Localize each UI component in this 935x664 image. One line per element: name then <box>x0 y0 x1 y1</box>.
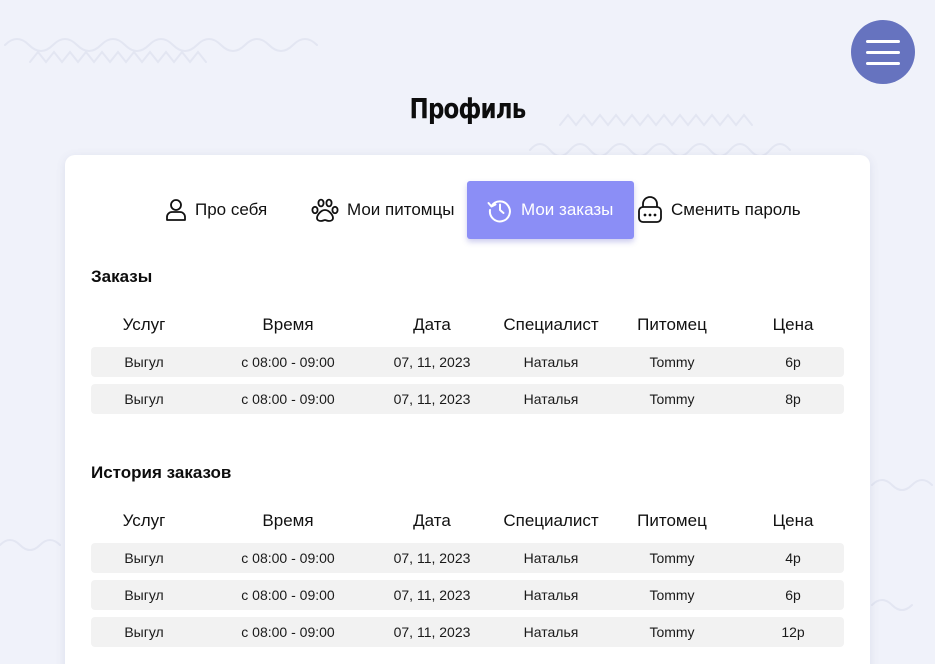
column-header-date: Дата <box>413 511 451 530</box>
column-header-price: Цена <box>772 511 814 530</box>
history-icon <box>487 200 511 223</box>
table-row[interactable]: Выгул с 08:00 - 09:00 07, 11, 2023 Натал… <box>91 543 844 573</box>
tab-about-me-label: Про себя <box>195 200 268 219</box>
column-header-specialist: Специалист <box>503 315 599 334</box>
cell-date: 07, 11, 2023 <box>393 624 471 640</box>
cell-date: 07, 11, 2023 <box>393 354 471 370</box>
cell-specialist: Наталья <box>523 391 579 407</box>
cell-service: Выгул <box>124 550 164 566</box>
table-row[interactable]: Выгул с 08:00 - 09:00 07, 11, 2023 Натал… <box>91 384 844 414</box>
page-title: Профиль <box>409 92 527 125</box>
order-history-title: История заказов <box>91 463 232 482</box>
cell-date: 07, 11, 2023 <box>393 550 471 566</box>
cell-time: с 08:00 - 09:00 <box>241 624 335 640</box>
tab-my-orders[interactable]: Мои заказы <box>467 181 634 239</box>
column-header-pet: Питомец <box>637 511 707 530</box>
column-header-time: Время <box>262 511 314 530</box>
column-header-price: Цена <box>772 315 814 334</box>
column-header-specialist: Специалист <box>503 511 599 530</box>
cell-specialist: Наталья <box>523 550 579 566</box>
cell-specialist: Наталья <box>523 624 579 640</box>
cell-pet: Tommy <box>649 587 695 603</box>
orders-title: Заказы <box>91 267 153 286</box>
tab-change-password-label: Сменить пароль <box>671 200 801 219</box>
cell-service: Выгул <box>124 391 164 407</box>
cell-service: Выгул <box>124 587 164 603</box>
column-header-date: Дата <box>413 315 451 334</box>
tab-my-orders-label: Мои заказы <box>521 200 614 219</box>
paw-icon <box>311 198 339 222</box>
table-row[interactable]: Выгул с 08:00 - 09:00 07, 11, 2023 Натал… <box>91 617 844 647</box>
cell-price: 6р <box>785 354 801 370</box>
column-header-pet: Питомец <box>637 315 707 334</box>
column-header-service: Услуг <box>122 315 166 334</box>
column-header-service: Услуг <box>122 511 166 530</box>
tab-my-pets[interactable]: Мои питомцы <box>311 181 454 239</box>
menu-button[interactable] <box>851 20 915 84</box>
cell-time: с 08:00 - 09:00 <box>241 587 335 603</box>
orders-header: Услуг Время Дата Специалист Питомец Цена <box>91 315 844 337</box>
cell-date: 07, 11, 2023 <box>393 587 471 603</box>
hamburger-menu-icon-bar <box>866 50 900 54</box>
tab-about-me[interactable]: Про себя <box>165 181 267 239</box>
column-header-time: Время <box>262 315 314 334</box>
profile-card: Про себя Мои питомцы Мои заказы Сменить … <box>65 155 870 664</box>
hamburger-menu-icon-bar <box>866 61 900 65</box>
table-row[interactable]: Выгул с 08:00 - 09:00 07, 11, 2023 Натал… <box>91 580 844 610</box>
cell-pet: Tommy <box>649 624 695 640</box>
cell-service: Выгул <box>124 624 164 640</box>
cell-time: с 08:00 - 09:00 <box>241 391 335 407</box>
cell-date: 07, 11, 2023 <box>393 391 471 407</box>
cell-time: с 08:00 - 09:00 <box>241 354 335 370</box>
cell-pet: Tommy <box>649 391 695 407</box>
tab-change-password[interactable]: Сменить пароль <box>637 181 801 239</box>
cell-specialist: Наталья <box>523 354 579 370</box>
table-row[interactable]: Выгул с 08:00 - 09:00 07, 11, 2023 Натал… <box>91 347 844 377</box>
cell-pet: Tommy <box>649 354 695 370</box>
cell-price: 4р <box>785 550 801 566</box>
tab-my-pets-label: Мои питомцы <box>347 200 455 219</box>
cell-price: 8р <box>785 391 801 407</box>
cell-specialist: Наталья <box>523 587 579 603</box>
history-header: Услуг Время Дата Специалист Питомец Цена <box>91 511 844 533</box>
profile-tabs: Про себя Мои питомцы Мои заказы Сменить … <box>65 181 870 239</box>
lock-icon <box>638 196 662 223</box>
cell-price: 12р <box>781 624 805 640</box>
cell-pet: Tommy <box>649 550 695 566</box>
cell-service: Выгул <box>124 354 164 370</box>
cell-time: с 08:00 - 09:00 <box>241 550 335 566</box>
hamburger-menu-icon <box>866 39 900 43</box>
cell-price: 6р <box>785 587 801 603</box>
user-icon <box>166 199 186 221</box>
